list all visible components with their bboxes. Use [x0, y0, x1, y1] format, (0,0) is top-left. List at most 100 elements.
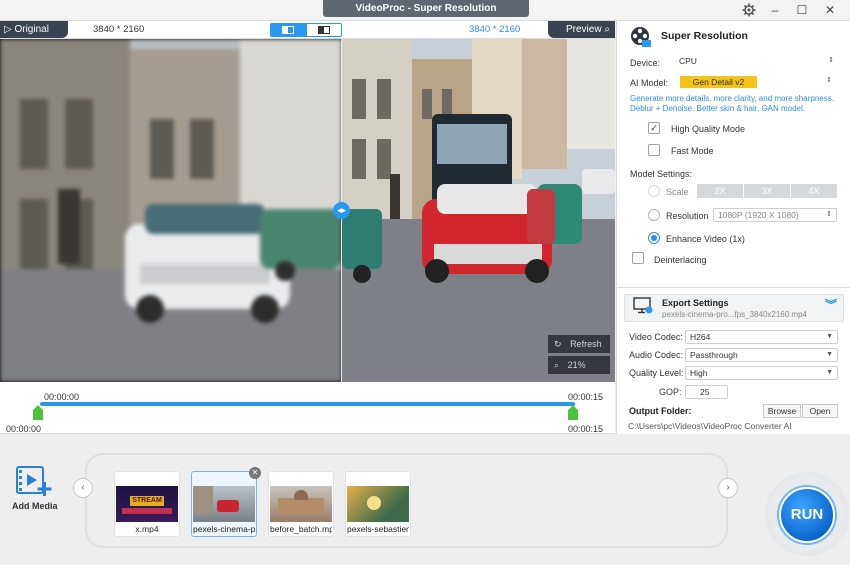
ai-model-select[interactable]: Gen Detail v2 — [680, 76, 757, 88]
hq-mode-label: High Quality Mode — [671, 124, 746, 134]
enhance-video-radio[interactable] — [648, 232, 660, 244]
timeline-end: 00:00:15 — [568, 392, 604, 402]
original-tab[interactable]: ▷ Original — [0, 21, 68, 38]
timeline-track[interactable] — [40, 402, 575, 406]
thumbnail-building — [278, 498, 324, 514]
deinterlacing-checkbox[interactable] — [632, 252, 644, 264]
output-folder-label: Output Folder: — [629, 406, 692, 416]
split-view-toggle[interactable] — [270, 23, 306, 37]
add-media-label[interactable]: Add Media — [12, 501, 58, 511]
scale-2x-button[interactable]: 2X — [697, 184, 743, 198]
maximize-button[interactable]: ☐ — [789, 1, 815, 19]
refresh-button[interactable]: ↻ Refresh — [548, 335, 610, 353]
monitor-gear-icon — [633, 297, 653, 317]
media-item[interactable]: before_batch.mp — [268, 471, 334, 537]
refresh-label: Refresh — [570, 339, 602, 349]
zoom-indicator[interactable]: ⌕ 21% — [548, 356, 610, 374]
media-thumbnail — [193, 486, 255, 522]
trim-out-time: 00:00:15 — [568, 424, 604, 434]
audio-codec-label: Audio Codec: — [629, 350, 684, 360]
gear-icon[interactable] — [736, 1, 762, 19]
video-codec-value: H264 — [690, 332, 711, 342]
panel-title: Super Resolution — [661, 30, 748, 42]
minimize-button[interactable]: – — [762, 1, 788, 19]
scale-4x-button[interactable]: 4X — [791, 184, 837, 198]
media-item-name: pexels-sebastien — [347, 524, 409, 534]
gop-label: GOP: — [659, 387, 682, 397]
divider — [616, 287, 850, 288]
quality-level-label: Quality Level: — [629, 368, 684, 378]
thumbnail-decoration — [122, 508, 172, 514]
gop-input[interactable]: 25 — [685, 385, 728, 399]
video-codec-label: Video Codec: — [629, 332, 683, 342]
close-button[interactable]: ✕ — [817, 1, 843, 19]
fast-mode-checkbox[interactable] — [648, 144, 660, 156]
chevron-down-icon: ▼ — [826, 333, 833, 340]
media-item[interactable]: STREAM x.mp4 — [114, 471, 180, 537]
chevron-down-icon: ▼ — [826, 369, 833, 376]
media-thumbnail: STREAM — [116, 486, 178, 522]
media-thumbnail — [270, 486, 332, 522]
chevron-double-down-icon[interactable]: ︾ — [825, 299, 837, 311]
enhanced-frame — [342, 39, 615, 382]
audio-codec-value: Passthrough — [690, 350, 738, 360]
device-value: CPU — [679, 56, 697, 66]
add-media-icon[interactable] — [16, 466, 54, 500]
resolution-radio[interactable] — [648, 209, 660, 221]
audio-codec-select[interactable]: Passthrough ▼ — [685, 348, 838, 362]
refresh-icon: ↻ — [554, 339, 562, 349]
export-title: Export Settings — [662, 298, 729, 308]
thumbnail-dome — [294, 490, 308, 500]
thumbnail-building — [193, 486, 213, 514]
zoom-label: 21% — [567, 360, 586, 370]
resolution-label: Resolution — [666, 211, 709, 221]
chevron-updown-icon: ⇕ — [826, 211, 832, 218]
output-path: C:\Users\pc\Videos\VideoProc Converter A… — [628, 421, 792, 431]
quality-level-select[interactable]: High ▼ — [685, 366, 838, 380]
resolution-value: 1080P (1920 X 1080) — [718, 210, 799, 220]
media-thumbnail — [347, 486, 409, 522]
thumbnail-car — [217, 500, 239, 512]
thumbnail-overlay-text: STREAM — [130, 496, 164, 506]
enhance-video-label: Enhance Video (1x) — [666, 234, 745, 244]
original-resolution: 3840 * 2160 — [93, 24, 145, 35]
device-label: Device: — [630, 58, 661, 68]
device-select[interactable]: CPU ⇕ — [675, 55, 838, 69]
hq-mode-checkbox[interactable]: ✓ — [648, 122, 660, 134]
timeline-start: 00:00:00 — [44, 392, 80, 402]
chevron-down-icon: ▼ — [826, 351, 833, 358]
side-by-side-toggle[interactable] — [306, 23, 342, 37]
timeline — [0, 382, 615, 434]
browse-button[interactable]: Browse — [763, 404, 801, 418]
media-item-name: pexels-cinema-pr — [193, 524, 255, 534]
scale-radio[interactable] — [648, 185, 660, 197]
deinterlacing-label: Deinterlacing — [654, 255, 707, 265]
media-item-selected[interactable]: pexels-cinema-pr — [191, 471, 257, 537]
scale-label: Scale — [666, 187, 689, 197]
model-settings-label: Model Settings: — [630, 169, 693, 179]
preview-label: Preview — [566, 24, 602, 35]
media-prev-button[interactable]: ‹ — [73, 478, 93, 498]
media-item-name: before_batch.mp — [270, 524, 332, 534]
fast-mode-label: Fast Mode — [671, 146, 714, 156]
chevron-updown-icon: ⇕ — [828, 57, 834, 64]
zoom-icon: ⌕ — [554, 360, 560, 370]
video-codec-select[interactable]: H264 ▼ — [685, 330, 838, 344]
original-frame — [0, 39, 342, 382]
remove-media-button[interactable]: ✕ — [249, 467, 261, 479]
media-item-name: x.mp4 — [135, 524, 159, 534]
media-item[interactable]: pexels-sebastien — [345, 471, 411, 537]
model-description: Generate more details, more clarity, and… — [630, 94, 834, 113]
chevron-updown-icon[interactable]: ⇕ — [826, 76, 832, 84]
preview-tab[interactable]: Preview ⌕ — [548, 21, 615, 38]
media-next-button[interactable]: › — [718, 478, 738, 498]
split-drag-handle[interactable]: ◂▸ — [333, 202, 350, 219]
scale-3x-button[interactable]: 3X — [744, 184, 790, 198]
ai-model-label: AI Model: — [630, 78, 669, 88]
resolution-select[interactable]: 1080P (1920 X 1080) ⇕ — [713, 208, 837, 222]
film-reel-icon — [630, 26, 652, 50]
quality-level-value: High — [690, 368, 708, 378]
run-button[interactable]: RUN — [779, 487, 835, 543]
open-folder-button[interactable]: Open — [802, 404, 838, 418]
thumbnail-sun — [367, 496, 381, 510]
